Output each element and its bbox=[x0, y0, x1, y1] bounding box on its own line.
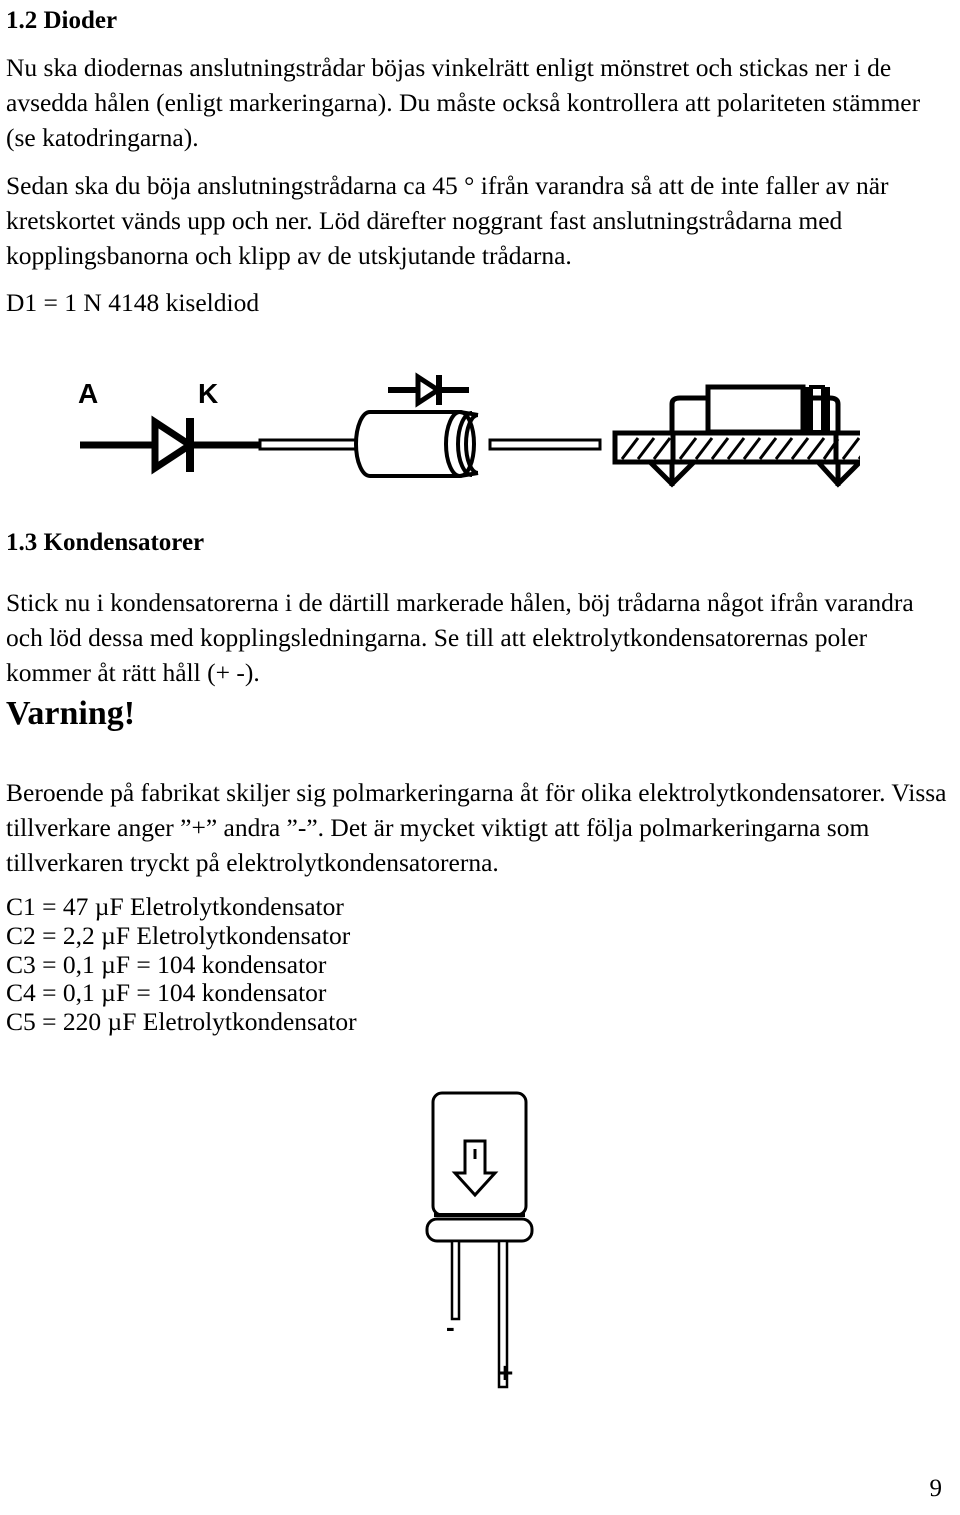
component-line-d1: D1 = 1 N 4148 kiseldiod bbox=[6, 288, 260, 317]
warning-heading: Varning! bbox=[6, 695, 136, 732]
diode-schematic-symbol bbox=[80, 415, 265, 475]
page-number: 9 bbox=[929, 1475, 943, 1502]
section-heading-kondensatorer: 1.3 Kondensatorer bbox=[6, 529, 205, 556]
diode-pcb-mount-illustration bbox=[612, 384, 860, 488]
warning-paragraph: Beroende på fabrikat skiljer sig polmark… bbox=[6, 778, 947, 877]
section-heading-dioder: 1.2 Dioder bbox=[6, 7, 118, 34]
component-line-c5: C5 = 220 µF Eletrolytkondensator bbox=[6, 1007, 357, 1037]
component-line-c2: C2 = 2,2 µF Eletrolytkondensator bbox=[6, 920, 351, 950]
diode-anode-label: A bbox=[78, 378, 99, 409]
capacitor-positive-label: + bbox=[497, 1357, 514, 1388]
component-line-c1: C1 = 47 µF Eletrolytkondensator bbox=[6, 892, 344, 921]
paragraph-dioder-1: Nu ska diodernas anslutningstrådar böjas… bbox=[6, 53, 921, 152]
document-page: 1.2 Dioder Nu ska diodernas anslutningst… bbox=[0, 0, 960, 1515]
capacitor-component-list: C1 = 47 µF Eletrolytkondensator C2 = 2,2… bbox=[6, 892, 357, 1037]
diode-body-symbol bbox=[388, 372, 469, 408]
capacitor-figure-svg bbox=[425, 1091, 534, 1389]
electrolytic-capacitor-figure bbox=[400, 1085, 590, 1405]
component-line-c3: C3 = 0,1 µF = 104 kondensator bbox=[6, 949, 327, 979]
diode-physical-component bbox=[258, 410, 602, 478]
diode-cathode-label: K bbox=[198, 378, 219, 409]
capacitor-negative-label: - bbox=[446, 1312, 455, 1342]
diode-figure-svg bbox=[80, 372, 860, 488]
diode-figure bbox=[60, 360, 860, 495]
paragraph-kondensatorer-1: Stick nu i kondensatorerna i de därtill … bbox=[6, 588, 914, 687]
component-line-c4: C4 = 0,1 µF = 104 kondensator bbox=[6, 978, 327, 1008]
paragraph-dioder-2: Sedan ska du böja anslutningstrådarna ca… bbox=[6, 171, 889, 270]
